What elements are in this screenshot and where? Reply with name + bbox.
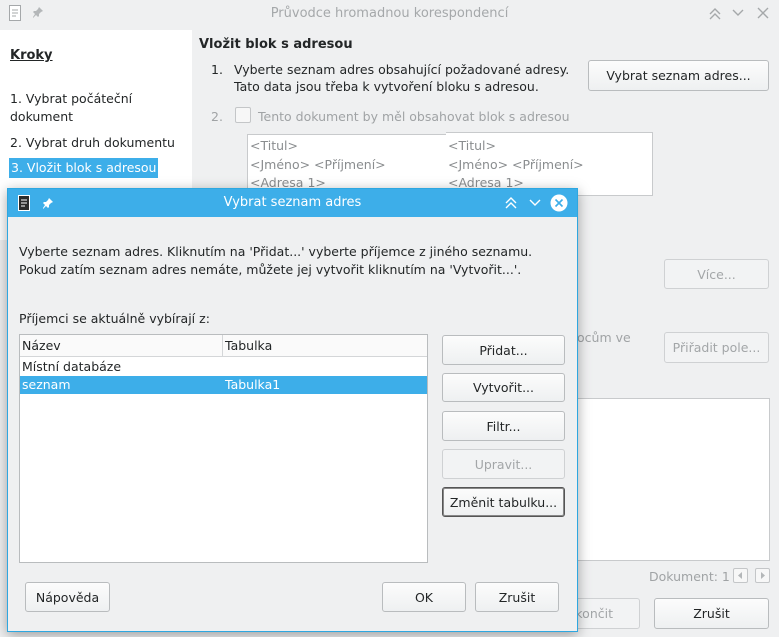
step-item-1[interactable]: 1. Vybrat počáteční dokument — [10, 90, 160, 126]
recipients-label: Příjemci se aktuálně vybírají z: — [19, 311, 210, 326]
step-item-2[interactable]: 2. Vybrat druh dokumentu — [10, 134, 175, 152]
previous-document-button[interactable] — [733, 568, 748, 583]
preview2-line: <Titul> — [448, 138, 496, 153]
dialog-minimize-icon[interactable] — [529, 199, 541, 207]
step2-number: 2. — [211, 109, 223, 124]
select-address-list-dialog: Vybrat seznam adres Vyberte seznam adres… — [7, 188, 578, 632]
preview1-line: <Titul> — [250, 138, 298, 153]
close-icon[interactable] — [757, 7, 769, 19]
dialog-titlebar: Vybrat seznam adres — [8, 189, 577, 217]
row-table-cell: Tabulka1 — [225, 377, 281, 392]
document-preview — [576, 398, 770, 561]
dialog-title: Vybrat seznam adres — [223, 195, 362, 210]
minimize-icon[interactable] — [732, 9, 744, 17]
document-number-label: Dokument: 1 — [649, 569, 730, 584]
address-block-checkbox-label: Tento dokument by měl obsahovat blok s a… — [258, 109, 570, 124]
step1-number: 1. — [211, 62, 223, 77]
edit-button[interactable]: Upravit... — [442, 449, 565, 479]
next-document-button[interactable] — [755, 568, 770, 583]
address-preview-1[interactable]: <Titul> <Jméno> <Příjmení> <Adresa 1> — [247, 134, 450, 194]
step-item-3[interactable]: 3. Vložit blok s adresou — [9, 158, 159, 178]
more-button[interactable]: Více... — [664, 259, 769, 289]
help-button[interactable]: Nápověda — [25, 582, 110, 612]
keep-above-icon[interactable] — [708, 8, 722, 20]
arrow-left-icon — [738, 572, 742, 579]
preview1-line: <Jméno> <Příjmení> — [250, 156, 386, 172]
add-button[interactable]: Přidat... — [442, 335, 565, 365]
step1-text-line2: Tato data jsou třeba k vytvoření bloku s… — [234, 79, 539, 94]
row-name-cell: seznam — [22, 377, 71, 392]
main-window-title: Průvodce hromadnou korespondencí — [270, 6, 509, 21]
column-header-name[interactable]: Název — [20, 335, 223, 357]
ok-button[interactable]: OK — [382, 582, 466, 612]
address-preview-2[interactable]: <Titul> <Jméno> <Příjmení> <Adresa 1> — [446, 132, 653, 196]
table-row-selected[interactable]: seznam Tabulka1 — [20, 376, 427, 394]
select-address-list-button[interactable]: Vybrat seznam adres... — [588, 60, 769, 91]
step1-text-line1: Vyberte seznam adres obsahující požadova… — [234, 62, 570, 77]
column-header-table[interactable]: Tabulka — [223, 335, 427, 357]
address-list-table[interactable]: Název Tabulka Místní databáze seznam Tab… — [19, 334, 428, 563]
dialog-instruction: Vyberte seznam adres. Kliknutím na 'Přid… — [19, 244, 533, 277]
address-block-checkbox[interactable] — [235, 107, 251, 123]
create-button[interactable]: Vytvořit... — [442, 373, 565, 402]
wizard-cancel-button[interactable]: Zrušit — [654, 598, 769, 629]
arrow-right-icon — [761, 572, 765, 579]
dialog-close-icon[interactable] — [550, 194, 568, 212]
dialog-keep-above-icon[interactable] — [504, 197, 518, 209]
content-title: Vložit blok s adresou — [199, 37, 353, 52]
assign-fields-button[interactable]: Přiřadit pole... — [664, 332, 769, 363]
row-name-cell: Místní databáze — [22, 359, 122, 374]
partial-instruction-text: ocům ve — [577, 330, 631, 345]
table-row[interactable]: Místní databáze — [20, 358, 427, 376]
dialog-cancel-button[interactable]: Zrušit — [475, 582, 559, 612]
steps-heading: Kroky — [10, 48, 53, 63]
preview2-line: <Jméno> <Příjmení> — [448, 156, 584, 172]
filter-button[interactable]: Filtr... — [442, 411, 565, 441]
change-table-button[interactable]: Změnit tabulku... — [442, 487, 565, 517]
